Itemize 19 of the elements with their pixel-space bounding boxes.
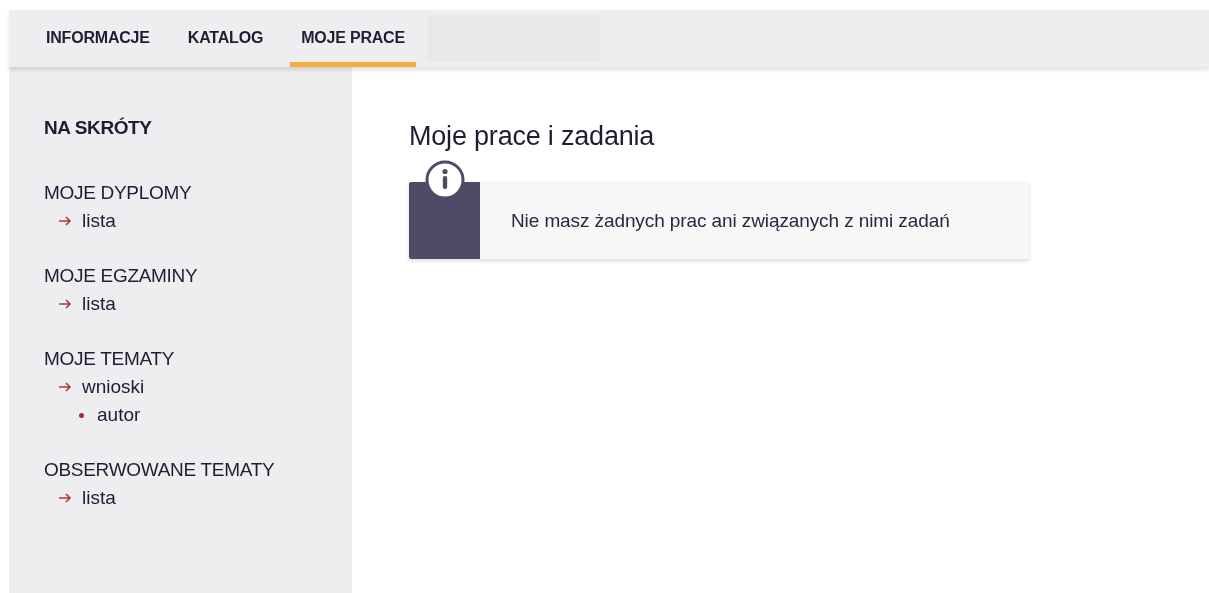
sidebar-link[interactable]: lista — [82, 210, 116, 232]
sidebar-link[interactable]: lista — [82, 487, 116, 509]
section-heading: OBSERWOWANE TEMATY — [44, 458, 276, 482]
sidebar-link[interactable]: lista — [82, 293, 116, 315]
section-heading: MOJE DYPLOMY — [44, 181, 193, 205]
arrow-icon — [58, 493, 72, 503]
section-heading: MOJE TEMATY — [44, 347, 176, 371]
bullet-icon — [79, 412, 84, 418]
sidebar-link[interactable]: autor — [97, 404, 141, 426]
arrow-icon — [58, 382, 72, 392]
nav-tab[interactable]: KATALOG — [176, 11, 275, 67]
arrow-icon — [58, 299, 72, 309]
sidebar-link[interactable]: wnioski — [82, 376, 145, 398]
page-heading: Moje prace i zadania — [409, 121, 656, 152]
nav-tab[interactable]: INFORMACJE — [35, 11, 161, 67]
notice-text: Nie masz żadnych prac ani związanych z nimi zadań — [510, 209, 950, 232]
arrow-icon — [58, 216, 72, 226]
section-heading: MOJE EGZAMINY — [44, 264, 199, 288]
sidebar-heading: NA SKRÓTY — [44, 117, 153, 139]
